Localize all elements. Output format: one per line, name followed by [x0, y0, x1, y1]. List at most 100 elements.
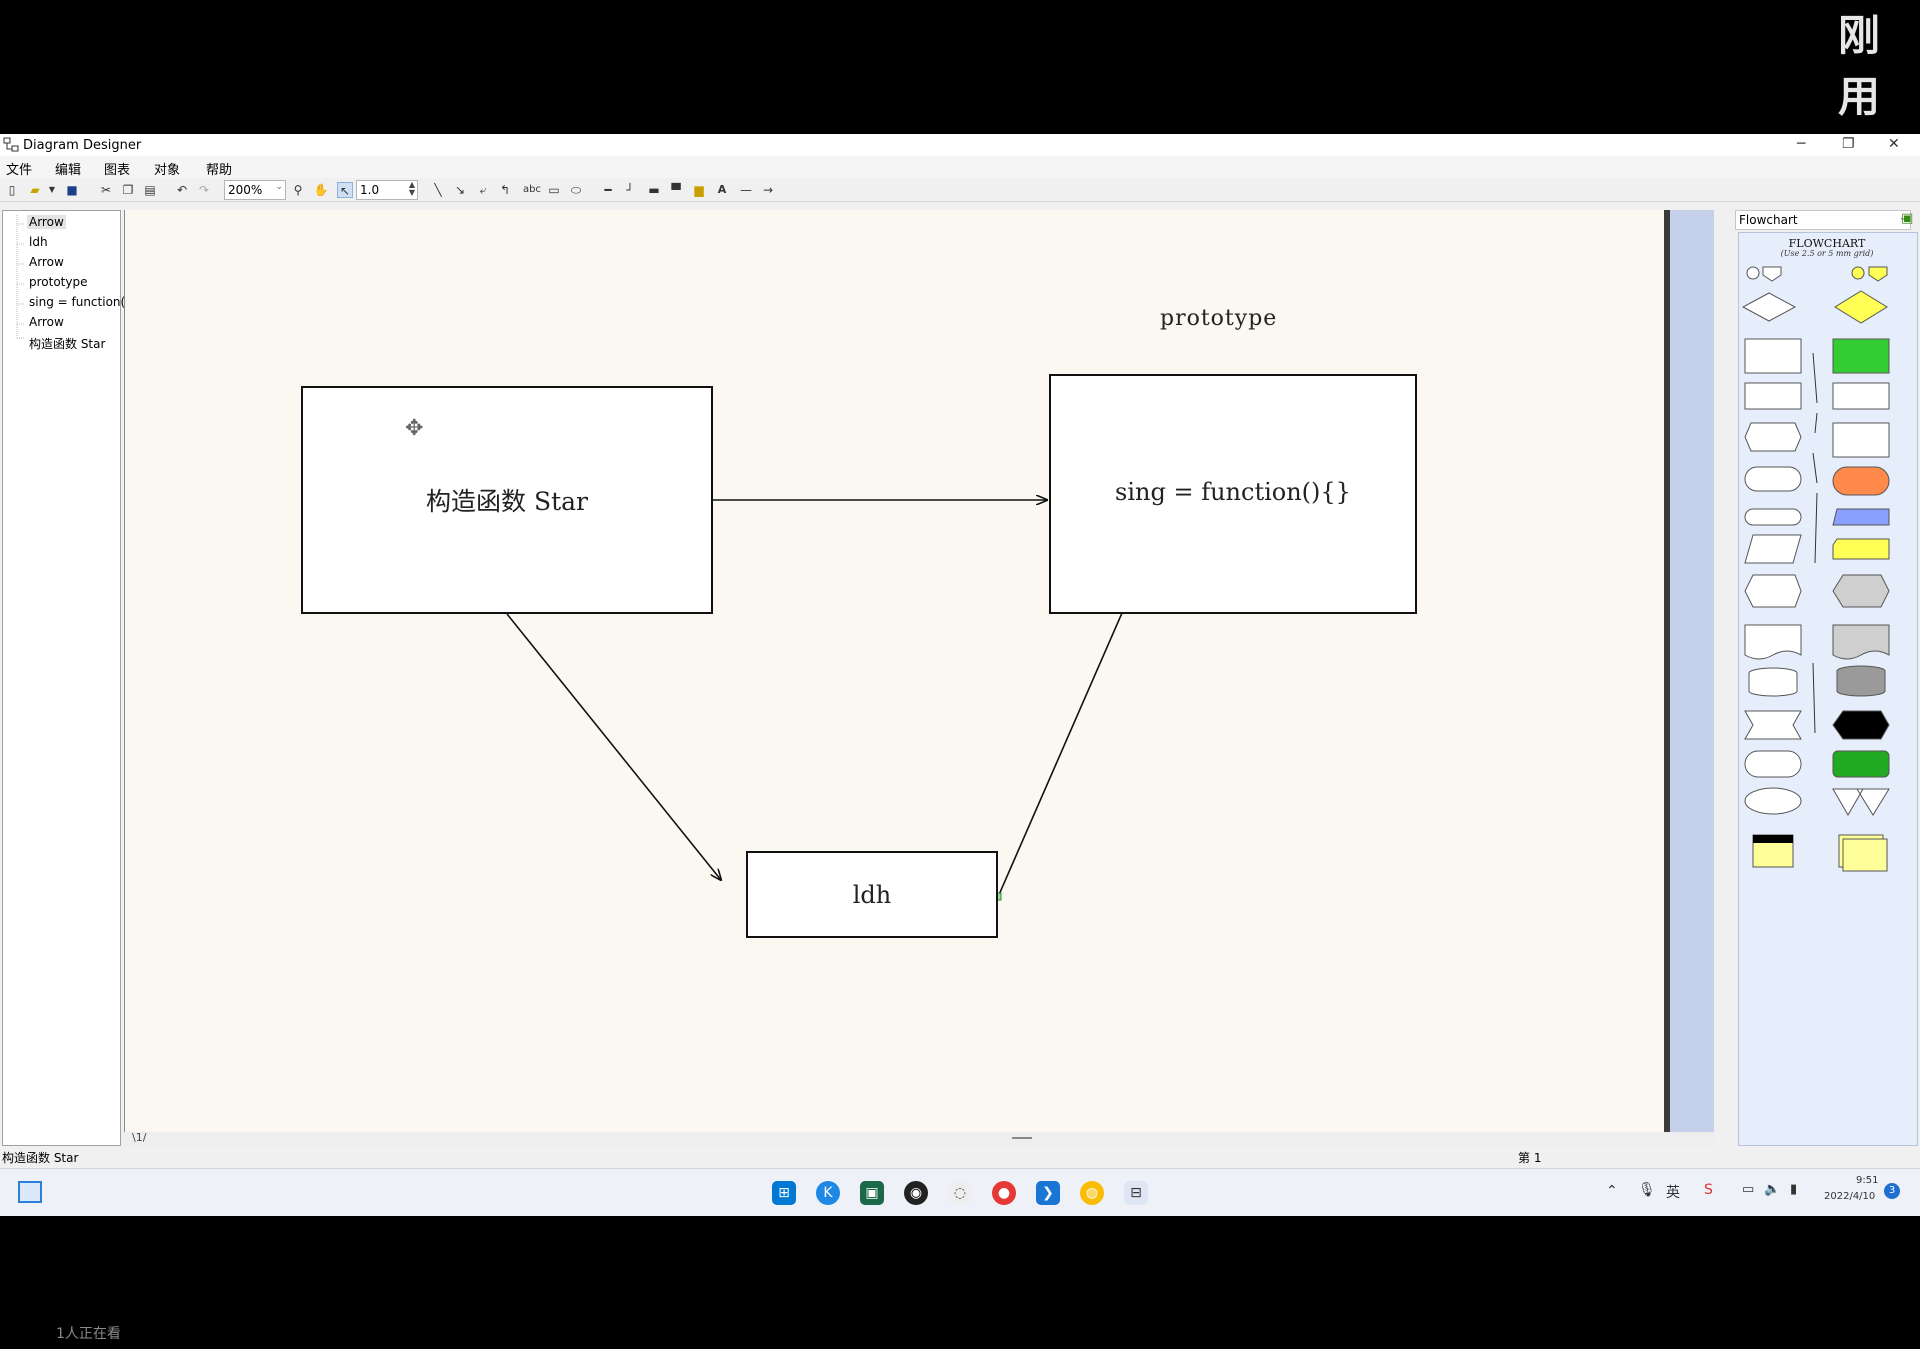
window-title: Diagram Designer	[23, 138, 142, 153]
zoom-value: 200%	[228, 183, 263, 197]
status-bar: 构造函数 Star 第 1	[0, 1146, 1920, 1168]
palette-add-icon[interactable]: ▣	[1901, 211, 1913, 226]
text-tool-icon[interactable]: abc	[521, 182, 543, 198]
line-width-stepper[interactable]: 1.0 ▲ ▼	[356, 180, 418, 200]
overlay-watermark: 刚用	[1838, 11, 1883, 121]
copy-icon[interactable]: ❐	[120, 182, 136, 198]
prototype-label[interactable]: prototype	[1160, 306, 1277, 331]
app-media-icon[interactable]: ◉	[904, 1181, 928, 1205]
line-style-icon[interactable]: ━	[600, 182, 616, 198]
scroll-thumb-grip[interactable]	[1012, 1137, 1032, 1139]
line-end-icon[interactable]: ┘	[622, 182, 638, 198]
zoom-icon[interactable]: ⚲	[290, 182, 306, 198]
app-red-icon[interactable]: ●	[992, 1181, 1016, 1205]
menu-bar: 文件 编辑 图表 对象 帮助	[0, 156, 1920, 178]
select-pointer-icon[interactable]: ↖	[337, 182, 353, 198]
undo-icon[interactable]: ↶	[174, 182, 190, 198]
vscode-icon[interactable]: ❯	[1036, 1181, 1060, 1205]
redo-icon[interactable]: ↷	[196, 182, 212, 198]
prototype-box[interactable]: sing = function(){}	[1049, 374, 1417, 614]
text-format-icon[interactable]: A	[714, 182, 730, 198]
chevron-down-icon: ⌄	[275, 182, 283, 192]
rectangle-tool-icon[interactable]: ▭	[546, 182, 562, 198]
arrow-line-tool-icon[interactable]: ↘	[452, 182, 468, 198]
elbow-connector-icon[interactable]: ⤶	[475, 182, 491, 198]
notification-badge[interactable]: 3	[1884, 1183, 1900, 1199]
ldh-text: ldh	[852, 880, 892, 909]
tree-item-arrow[interactable]: Arrow	[27, 255, 66, 269]
menu-file[interactable]: 文件	[6, 159, 32, 178]
volume-icon[interactable]: 🔈	[1764, 1182, 1780, 1197]
tray-chevron-up-icon[interactable]: ⌃	[1606, 1183, 1618, 1199]
star-constructor-box[interactable]: 构造函数 Star	[301, 386, 713, 614]
diagram-designer-window: Diagram Designer ─ ❐ ✕ 文件 编辑 图表 对象 帮助 ▯ …	[0, 134, 1920, 1216]
tree-item-prototype[interactable]: prototype	[27, 275, 89, 289]
connector-layer	[506, 210, 1150, 901]
antivirus-icon[interactable]: S	[1704, 1182, 1713, 1198]
chrome-icon[interactable]: ◍	[1080, 1181, 1104, 1205]
save-icon[interactable]: ■	[64, 182, 80, 198]
prototype-method-text: sing = function(){}	[1115, 478, 1351, 506]
app-terminal-icon[interactable]: ▣	[860, 1181, 884, 1205]
tree-item-star-constructor[interactable]: 构造函数 Star	[27, 335, 107, 352]
open-dropdown-icon[interactable]: ▼	[44, 182, 60, 198]
ellipse-tool-icon[interactable]: ⬭	[568, 182, 584, 198]
menu-diagram[interactable]: 图表	[104, 159, 130, 178]
arrow-star-to-ldh[interactable]	[506, 613, 721, 880]
ldh-instance-box[interactable]: ldh	[746, 851, 998, 938]
curve-connector-icon[interactable]: ↰	[497, 182, 513, 198]
diagram-canvas[interactable]: prototype 构造函数 Star ✥ sing = function(){…	[124, 210, 1664, 1132]
tree-item-ldh[interactable]: ldh	[27, 235, 50, 249]
cut-icon[interactable]: ✂	[98, 182, 114, 198]
flowchart-shapes[interactable]	[1739, 263, 1915, 923]
vertical-splitter[interactable]	[1714, 210, 1732, 1146]
canvas-margin	[1670, 210, 1714, 1132]
menu-help[interactable]: 帮助	[206, 159, 232, 178]
line-tool-icon[interactable]: ╲	[430, 182, 446, 198]
app-icon	[3, 137, 19, 152]
line-type-icon[interactable]: —	[738, 182, 754, 198]
microphone-icon[interactable]: 🎙	[1638, 1182, 1656, 1198]
tray-date[interactable]: 2022/4/10	[1824, 1191, 1875, 1202]
tray-time[interactable]: 9:51	[1856, 1175, 1878, 1186]
page-tab[interactable]: \1/	[132, 1131, 146, 1144]
start-icon[interactable]: ⊞	[772, 1181, 796, 1205]
menu-object[interactable]: 对象	[154, 159, 180, 178]
send-back-icon[interactable]: ▀	[668, 182, 684, 198]
minimize-button[interactable]: ─	[1797, 136, 1805, 152]
new-icon[interactable]: ▯	[4, 182, 20, 198]
toolbar: ▯ ▰ ▼ ■ ✂ ❐ ▤ ↶ ↷ 200% ⌄ ⚲ ✋ ↖ 1.0 ▲ ▼ ╲ …	[0, 178, 1920, 202]
horizontal-scrollbar[interactable]: \1/	[124, 1131, 1714, 1146]
palette-shapes: FLOWCHART (Use 2.5 or 5 mm grid)	[1738, 232, 1918, 1146]
task-view-icon[interactable]	[18, 1181, 42, 1203]
palette-selected-value: Flowchart	[1739, 213, 1798, 227]
object-tree-panel: Arrow ldh Arrow prototype sing = functio…	[2, 210, 125, 1146]
tree-item-sing-function[interactable]: sing = function(	[27, 295, 127, 309]
ime-icon[interactable]: 英	[1666, 1182, 1680, 1202]
tree-lines	[16, 215, 24, 339]
title-bar: Diagram Designer ─ ❐ ✕	[0, 134, 1920, 156]
menu-edit[interactable]: 编辑	[55, 159, 81, 178]
network-icon[interactable]: ▭	[1742, 1182, 1754, 1197]
diagram-designer-taskbar-icon[interactable]: ⊟	[1124, 1181, 1148, 1205]
spinner-icon: ▲ ▼	[408, 180, 415, 197]
maximize-button[interactable]: ❐	[1842, 136, 1855, 152]
status-selected-object: 构造函数 Star	[2, 1151, 79, 1165]
palette-select[interactable]: Flowchart ⌄	[1735, 210, 1911, 230]
app-circle-icon[interactable]: ◌	[948, 1181, 972, 1205]
pan-hand-icon[interactable]: ✋	[313, 182, 329, 198]
star-constructor-text: 构造函数 Star	[426, 487, 588, 516]
zoom-select[interactable]: 200% ⌄	[224, 180, 286, 200]
fill-color-icon[interactable]: ▬	[646, 182, 662, 198]
battery-icon[interactable]: ▮	[1790, 1182, 1797, 1197]
bring-front-icon[interactable]: ▆	[691, 182, 707, 198]
page-tab-label: 1	[135, 1131, 143, 1144]
app-k-icon[interactable]: K	[816, 1181, 840, 1205]
arrow-type-icon[interactable]: →	[760, 182, 776, 198]
close-button[interactable]: ✕	[1888, 136, 1900, 152]
paste-icon[interactable]: ▤	[142, 182, 158, 198]
line-width-value: 1.0	[360, 183, 380, 197]
open-icon[interactable]: ▰	[27, 182, 43, 198]
tree-item-arrow[interactable]: Arrow	[27, 215, 66, 229]
tree-item-arrow[interactable]: Arrow	[27, 315, 66, 329]
